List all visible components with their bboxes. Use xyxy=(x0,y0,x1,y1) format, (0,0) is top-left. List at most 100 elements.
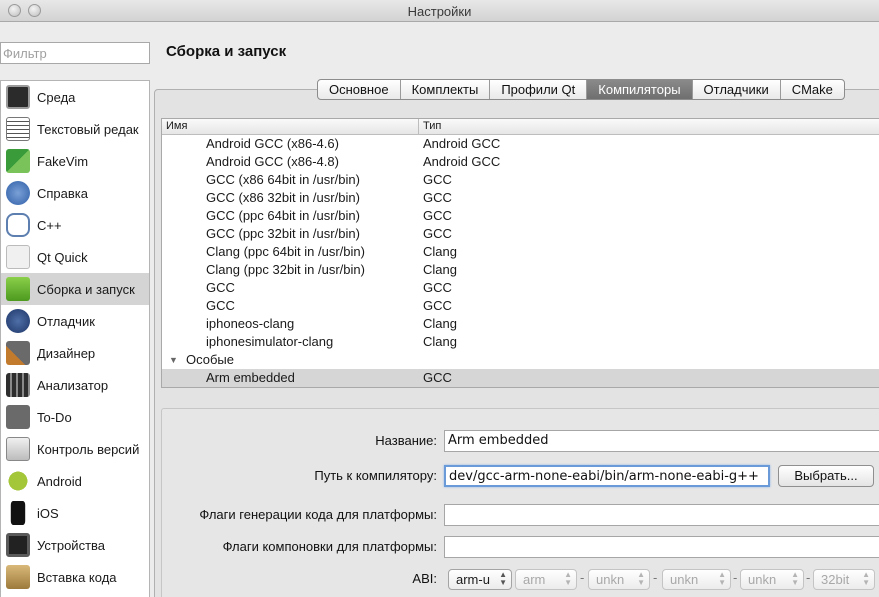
tab-0[interactable]: Основное xyxy=(318,80,401,99)
compiler-row[interactable]: Clang (ppc 32bit in /usr/bin) Clang xyxy=(162,261,879,279)
compiler-name: GCC (x86 32bit in /usr/bin) xyxy=(206,190,360,205)
help-icon xyxy=(6,181,30,205)
compiler-tree[interactable]: Имя Тип Android GCC (x86-4.6) Android GCC… xyxy=(161,118,879,388)
compiler-name: GCC (x86 64bit in /usr/bin) xyxy=(206,172,360,187)
compiler-row[interactable]: GCC GCC xyxy=(162,279,879,297)
compiler-row[interactable]: iphonesimulator-clang Clang xyxy=(162,333,879,351)
sidebar-item-label: iOS xyxy=(37,505,59,521)
name-field[interactable]: Arm embedded xyxy=(444,430,879,452)
compiler-row[interactable]: GCC (x86 32bit in /usr/bin) GCC xyxy=(162,189,879,207)
sidebar-item-label: Контроль версий xyxy=(37,441,140,457)
sidebar-item-ios[interactable]: iOS xyxy=(1,497,149,529)
tab-4[interactable]: Отладчики xyxy=(693,80,781,99)
abi-arch-value: arm-u xyxy=(456,572,490,587)
sidebar-item-build-run[interactable]: Сборка и запуск xyxy=(1,273,149,305)
compiler-row[interactable]: GCC (ppc 32bit in /usr/bin) GCC xyxy=(162,225,879,243)
compiler-name: Arm embedded xyxy=(206,370,295,385)
sidebar-item-monitor[interactable]: Среда xyxy=(1,81,149,113)
compiler-name: GCC (ppc 64bit in /usr/bin) xyxy=(206,208,360,223)
compiler-type: Clang xyxy=(423,334,457,349)
compiler-type: GCC xyxy=(423,226,452,241)
compiler-name: Android GCC (x86-4.8) xyxy=(206,154,339,169)
sidebar-item-devices[interactable]: Устройства xyxy=(1,529,149,561)
stepper-arrows-icon: ▲ ▼ xyxy=(862,570,870,587)
abi-os-select: arm ▲ ▼ xyxy=(515,569,577,590)
tab-1[interactable]: Комплекты xyxy=(401,80,491,99)
abi-separator: - xyxy=(653,570,658,585)
sidebar-item-debugger[interactable]: Отладчик xyxy=(1,305,149,337)
stepper-arrows-icon: ▲ ▼ xyxy=(564,570,572,587)
link-flags-field[interactable] xyxy=(444,536,879,558)
browse-button[interactable]: Выбрать... xyxy=(778,465,874,487)
disclosure-triangle-icon[interactable]: ▼ xyxy=(169,351,178,369)
qt-quick-icon xyxy=(6,245,30,269)
compiler-row[interactable]: GCC (ppc 64bit in /usr/bin) GCC xyxy=(162,207,879,225)
window-title: Настройки xyxy=(407,4,472,19)
column-divider[interactable] xyxy=(418,119,419,135)
sidebar-item-label: Дизайнер xyxy=(37,345,96,361)
codegen-flags-label: Флаги генерации кода для платформы: xyxy=(199,507,437,522)
compiler-row[interactable]: Android GCC (x86-4.8) Android GCC xyxy=(162,153,879,171)
sidebar-item-fakevim[interactable]: FakeVim xyxy=(1,145,149,177)
sidebar-item-todo[interactable]: To-Do xyxy=(1,401,149,433)
compiler-type: Android GCC xyxy=(423,154,501,169)
sidebar-item-label: Справка xyxy=(37,185,88,201)
sidebar-item-version-control[interactable]: Контроль версий xyxy=(1,433,149,465)
compiler-type: GCC xyxy=(423,190,452,205)
abi-label: ABI: xyxy=(412,571,437,586)
sidebar-item-qt-quick[interactable]: Qt Quick xyxy=(1,241,149,273)
compiler-row[interactable]: Android GCC (x86-4.6) Android GCC xyxy=(162,135,879,153)
tree-header: Имя Тип xyxy=(162,119,879,135)
filter-input[interactable] xyxy=(0,42,150,64)
tab-3[interactable]: Компиляторы xyxy=(587,80,693,99)
sidebar-item-label: Сборка и запуск xyxy=(37,281,135,297)
sidebar-item-label: Qt Quick xyxy=(37,249,88,265)
compiler-row[interactable]: GCC (x86 64bit in /usr/bin) GCC xyxy=(162,171,879,189)
text-editor-icon xyxy=(6,117,30,141)
abi-os-value: arm xyxy=(523,572,546,587)
abi-variant-value: unkn xyxy=(748,572,777,587)
tab-2[interactable]: Профили Qt xyxy=(490,80,588,99)
page-title: Сборка и запуск xyxy=(166,43,287,60)
sidebar-item-label: Среда xyxy=(37,89,76,105)
compiler-type: GCC xyxy=(423,208,452,223)
group-row-manual[interactable]: ▼ Особые xyxy=(162,351,879,369)
compiler-type: Clang xyxy=(423,316,457,331)
compiler-name: Clang (ppc 32bit in /usr/bin) xyxy=(206,262,365,277)
sidebar-item-label: Android xyxy=(37,473,82,489)
compiler-name: iphonesimulator-clang xyxy=(206,334,334,349)
abi-flavor-select: unkn ▲ ▼ xyxy=(588,569,650,590)
sidebar-item-help[interactable]: Справка xyxy=(1,177,149,209)
designer-icon xyxy=(6,341,30,365)
sidebar-item-code-paste[interactable]: Вставка кода xyxy=(1,561,149,593)
abi-arch-select[interactable]: arm-u ▲ ▼ xyxy=(448,569,512,590)
sidebar-item-braces[interactable]: C++ xyxy=(1,209,149,241)
column-name-header[interactable]: Имя xyxy=(166,120,187,132)
compiler-row[interactable]: iphoneos-clang Clang xyxy=(162,315,879,333)
stepper-arrows-icon: ▲ ▼ xyxy=(718,570,726,587)
tab-5[interactable]: CMake xyxy=(781,80,844,99)
compiler-type: Clang xyxy=(423,262,457,277)
compiler-type: GCC xyxy=(423,298,452,313)
compiler-name: GCC xyxy=(206,298,235,313)
abi-format-select: unkn ▲ ▼ xyxy=(662,569,731,590)
compiler-row[interactable]: GCC GCC xyxy=(162,297,879,315)
sidebar-item-text-editor[interactable]: Текстовый редак xyxy=(1,113,149,145)
sidebar-item-analyzer[interactable]: Анализатор xyxy=(1,369,149,401)
compiler-path-field[interactable]: dev/gcc-arm-none-eabi/bin/arm-none-eabi-… xyxy=(444,465,770,487)
sidebar-item-label: FakeVim xyxy=(37,153,89,169)
compiler-row-selected[interactable]: Arm embedded GCC xyxy=(162,369,879,387)
abi-separator: - xyxy=(806,570,811,585)
window-titlebar: Настройки xyxy=(0,0,879,22)
compiler-row[interactable]: Clang (ppc 64bit in /usr/bin) Clang xyxy=(162,243,879,261)
codegen-flags-field[interactable] xyxy=(444,504,879,526)
compiler-type: GCC xyxy=(423,370,452,385)
code-paste-icon xyxy=(6,565,30,589)
sidebar-item-designer[interactable]: Дизайнер xyxy=(1,337,149,369)
sidebar-item-android[interactable]: Android xyxy=(1,465,149,497)
compiler-type: Android GCC xyxy=(423,136,501,151)
todo-icon xyxy=(6,405,30,429)
compiler-type: GCC xyxy=(423,280,452,295)
compiler-name: GCC (ppc 32bit in /usr/bin) xyxy=(206,226,360,241)
column-type-header[interactable]: Тип xyxy=(423,120,441,132)
